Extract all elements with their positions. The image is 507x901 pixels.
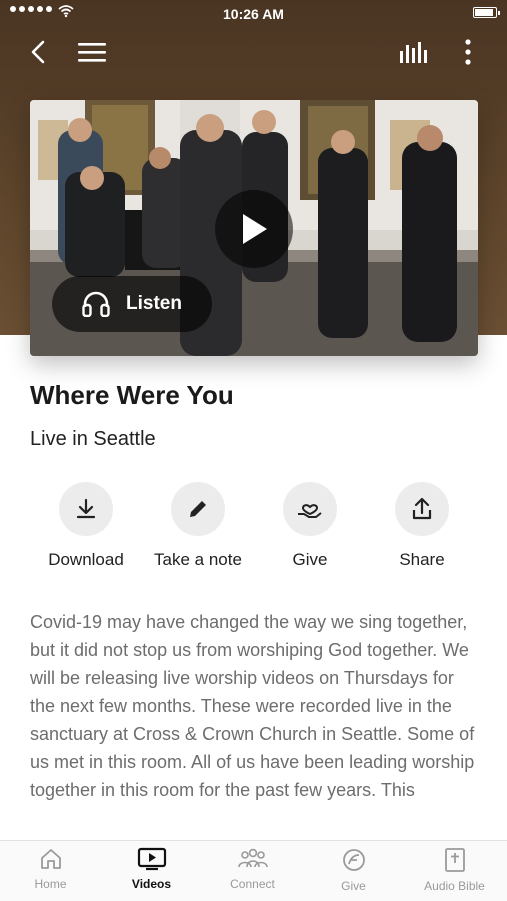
people-icon <box>237 848 268 868</box>
listen-button[interactable]: Listen <box>52 276 212 332</box>
bible-icon <box>444 848 465 872</box>
status-bar: 10:26 AM <box>0 0 507 28</box>
take-note-label: Take a note <box>154 550 242 569</box>
more-button[interactable] <box>450 34 486 70</box>
give-icon <box>342 849 365 871</box>
tab-give-label: Give <box>341 879 366 893</box>
share-button[interactable]: Share <box>366 482 478 570</box>
chevron-left-icon <box>31 40 45 64</box>
home-icon <box>40 849 61 869</box>
tab-videos-label: Videos <box>131 877 172 891</box>
play-icon <box>243 214 267 244</box>
give-heart-hand-icon <box>298 504 322 518</box>
give-circle <box>283 482 337 536</box>
download-button[interactable]: Download <box>30 482 142 570</box>
tab-connect[interactable]: Connect <box>202 847 303 891</box>
page-title: Where Were You <box>30 380 234 410</box>
status-time: 10:26 AM <box>223 6 284 22</box>
back-button[interactable] <box>20 34 56 70</box>
audio-button[interactable] <box>396 34 432 70</box>
download-icon <box>76 498 96 519</box>
give-label: Give <box>292 550 328 569</box>
pencil-icon <box>190 501 206 517</box>
tab-connect-label: Connect <box>230 877 275 891</box>
take-note-button[interactable]: Take a note <box>142 482 254 570</box>
hamburger-menu-icon <box>78 43 106 62</box>
tab-give[interactable]: Give <box>303 847 404 893</box>
video-player[interactable]: Listen <box>30 100 478 356</box>
top-navigation-bar <box>0 30 507 74</box>
tab-audio-bible[interactable]: Audio Bible <box>404 847 505 893</box>
listen-label: Listen <box>126 293 182 314</box>
description-text: Covid-19 may have changed the way we sin… <box>30 612 475 800</box>
more-vertical-icon <box>465 39 471 65</box>
equalizer-icon <box>400 42 427 63</box>
download-circle <box>59 482 113 536</box>
download-label: Download <box>48 550 124 569</box>
page-subtitle: Live in Seattle <box>30 428 156 450</box>
tab-home-label: Home <box>34 877 67 891</box>
tv-play-icon <box>137 847 166 871</box>
action-row: Download Take a note Give Share <box>30 482 478 572</box>
battery-icon <box>473 7 500 18</box>
tab-videos[interactable]: Videos <box>101 847 202 891</box>
menu-button[interactable] <box>74 34 110 70</box>
share-label: Share <box>399 550 445 569</box>
play-button[interactable] <box>215 190 293 268</box>
tab-audio-bible-label: Audio Bible <box>424 879 485 893</box>
note-circle <box>171 482 225 536</box>
give-button[interactable]: Give <box>254 482 366 570</box>
tab-home[interactable]: Home <box>0 847 101 891</box>
tab-bar: Home Videos Connect Give Audio Bible <box>0 840 507 901</box>
headphones-icon <box>82 291 110 317</box>
share-circle <box>395 482 449 536</box>
share-icon <box>412 497 432 520</box>
